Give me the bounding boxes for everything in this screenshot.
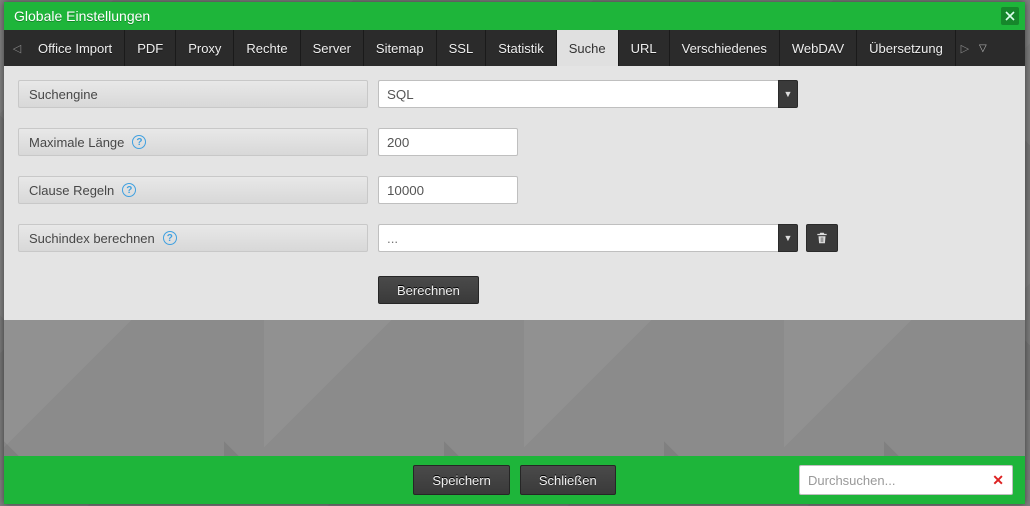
tab-pdf[interactable]: PDF: [125, 30, 176, 66]
tab-label: WebDAV: [792, 41, 844, 56]
clear-index-button[interactable]: [806, 224, 838, 252]
tab-label: Suche: [569, 41, 606, 56]
tab-proxy[interactable]: Proxy: [176, 30, 234, 66]
tab-webdav[interactable]: WebDAV: [780, 30, 857, 66]
row-calc-button: Berechnen: [18, 276, 1011, 304]
calc-index-value[interactable]: [378, 224, 778, 252]
search-input[interactable]: [808, 473, 990, 488]
search-engine-dropdown-button[interactable]: ▼: [778, 80, 798, 108]
search-engine-value[interactable]: [378, 80, 778, 108]
close-icon: ✕: [992, 472, 1004, 488]
tab-sitemap[interactable]: Sitemap: [364, 30, 437, 66]
tab-suche[interactable]: Suche: [557, 30, 619, 66]
tab-label: Office Import: [38, 41, 112, 56]
tab-office-import[interactable]: Office Import: [26, 30, 125, 66]
tab-label: Proxy: [188, 41, 221, 56]
tabs-container: Office Import PDF Proxy Rechte Server Sitemap…: [26, 30, 956, 66]
calculate-button[interactable]: Berechnen: [378, 276, 479, 304]
label-search-engine: Suchengine: [18, 80, 368, 108]
calc-index-dropdown-button[interactable]: ▼: [778, 224, 798, 252]
tab-scroll-right-button[interactable]: ▷: [956, 30, 974, 66]
label-max-length: Maximale Länge ?: [18, 128, 368, 156]
tab-übersetzung[interactable]: Übersetzung: [857, 30, 956, 66]
label-text: Suchengine: [29, 87, 98, 102]
label-calc-index: Suchindex berechnen ?: [18, 224, 368, 252]
search-box: ✕: [799, 465, 1013, 495]
help-icon[interactable]: ?: [122, 183, 136, 197]
row-clause-rules: Clause Regeln ?: [18, 176, 1011, 204]
titlebar: Globale Einstellungen: [4, 2, 1025, 30]
window-title: Globale Einstellungen: [14, 8, 1001, 24]
tabstrip: ◁ Office Import PDF Proxy Rechte Server Sitem…: [4, 30, 1025, 66]
close-button[interactable]: Schließen: [520, 465, 616, 495]
close-icon: [1005, 11, 1015, 21]
help-icon[interactable]: ?: [132, 135, 146, 149]
background-fill: [4, 320, 1025, 456]
tab-label: Statistik: [498, 41, 544, 56]
tab-overflow-button[interactable]: ▽: [974, 30, 992, 66]
tab-scroll-left-button[interactable]: ◁: [8, 30, 26, 66]
clause-rules-input[interactable]: [378, 176, 518, 204]
search-engine-select[interactable]: ▼: [378, 80, 798, 108]
tab-statistik[interactable]: Statistik: [486, 30, 557, 66]
save-button[interactable]: Speichern: [413, 465, 510, 495]
max-length-input[interactable]: [378, 128, 518, 156]
tab-verschiedenes[interactable]: Verschiedenes: [670, 30, 780, 66]
tab-label: URL: [631, 41, 657, 56]
tab-label: Übersetzung: [869, 41, 943, 56]
label-clause-rules: Clause Regeln ?: [18, 176, 368, 204]
tab-label: Server: [313, 41, 351, 56]
search-clear-button[interactable]: ✕: [990, 472, 1006, 489]
tab-server[interactable]: Server: [301, 30, 364, 66]
row-max-length: Maximale Länge ?: [18, 128, 1011, 156]
row-search-engine: Suchengine ▼: [18, 80, 1011, 108]
tab-label: PDF: [137, 41, 163, 56]
tab-label: SSL: [449, 41, 474, 56]
tab-label: Rechte: [246, 41, 287, 56]
chevron-down-icon: ▼: [784, 233, 793, 243]
chevron-down-icon: ▽: [979, 43, 987, 54]
tab-rechte[interactable]: Rechte: [234, 30, 300, 66]
chevron-left-icon: ◁: [13, 42, 21, 55]
label-text: Maximale Länge: [29, 135, 124, 150]
footer: Speichern Schließen ✕: [4, 456, 1025, 504]
tab-ssl[interactable]: SSL: [437, 30, 487, 66]
trash-icon: [815, 231, 829, 245]
label-text: Suchindex berechnen: [29, 231, 155, 246]
help-icon[interactable]: ?: [163, 231, 177, 245]
row-calc-index: Suchindex berechnen ? ▼: [18, 224, 1011, 252]
calc-index-select[interactable]: ▼: [378, 224, 798, 252]
settings-window: Globale Einstellungen ◁ Office Import PDF…: [4, 2, 1025, 504]
tab-label: Sitemap: [376, 41, 424, 56]
chevron-down-icon: ▼: [784, 89, 793, 99]
tab-label: Verschiedenes: [682, 41, 767, 56]
form-area: Suchengine ▼ Maximale Länge ?: [4, 66, 1025, 320]
tab-url[interactable]: URL: [619, 30, 670, 66]
label-text: Clause Regeln: [29, 183, 114, 198]
window-close-button[interactable]: [1001, 7, 1019, 25]
chevron-right-icon: ▷: [961, 42, 969, 55]
